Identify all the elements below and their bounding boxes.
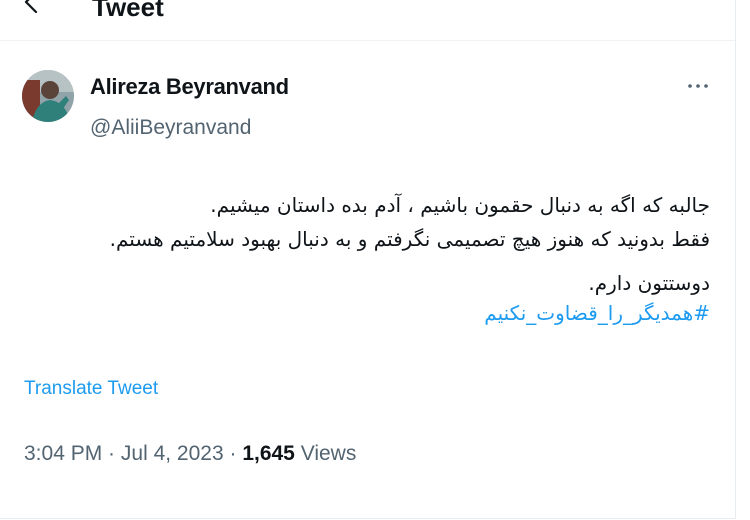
hashtag-link[interactable]: #همدیگر_را_قضاوت_نکنیم	[20, 298, 710, 328]
tweet-line: جالبه که اگه به دنبال حقمون باشیم ، آدم …	[210, 193, 710, 217]
translate-tweet-link[interactable]: Translate Tweet	[24, 378, 158, 400]
top-bar: Tweet	[0, 0, 735, 41]
tweet-time[interactable]: 3:04 PM	[24, 442, 102, 465]
meta-separator: ·	[102, 442, 121, 465]
back-button[interactable]	[18, 0, 48, 18]
avatar-photo	[22, 70, 74, 122]
tweet-date[interactable]: Jul 4, 2023	[121, 442, 224, 465]
tweet-text: جالبه که اگه به دنبال حقمون باشیم ، آدم …	[20, 190, 710, 328]
tweet-panel: Tweet Alireza Beyranvand @AliiBeyranvand…	[0, 0, 736, 519]
tweet-line: فقط بدونید که هنوز هیچ تصمیمی نگرفتم و ب…	[109, 227, 710, 251]
arrow-left-icon	[24, 0, 38, 14]
views-label: Views	[294, 442, 357, 465]
tweet-meta: 3:04 PM · Jul 4, 2023 · 1,645 Views	[24, 442, 356, 466]
tweet-line: دوستتون دارم.	[588, 271, 710, 295]
avatar[interactable]	[22, 70, 74, 122]
page-title: Tweet	[92, 0, 164, 22]
views-count[interactable]: 1,645	[242, 442, 295, 465]
author-name[interactable]: Alireza Beyranvand	[90, 74, 289, 100]
meta-separator: ·	[223, 442, 243, 465]
more-options-button[interactable]	[686, 76, 710, 94]
more-horizontal-icon	[688, 84, 708, 88]
author-handle[interactable]: @AliiBeyranvand	[90, 116, 251, 140]
